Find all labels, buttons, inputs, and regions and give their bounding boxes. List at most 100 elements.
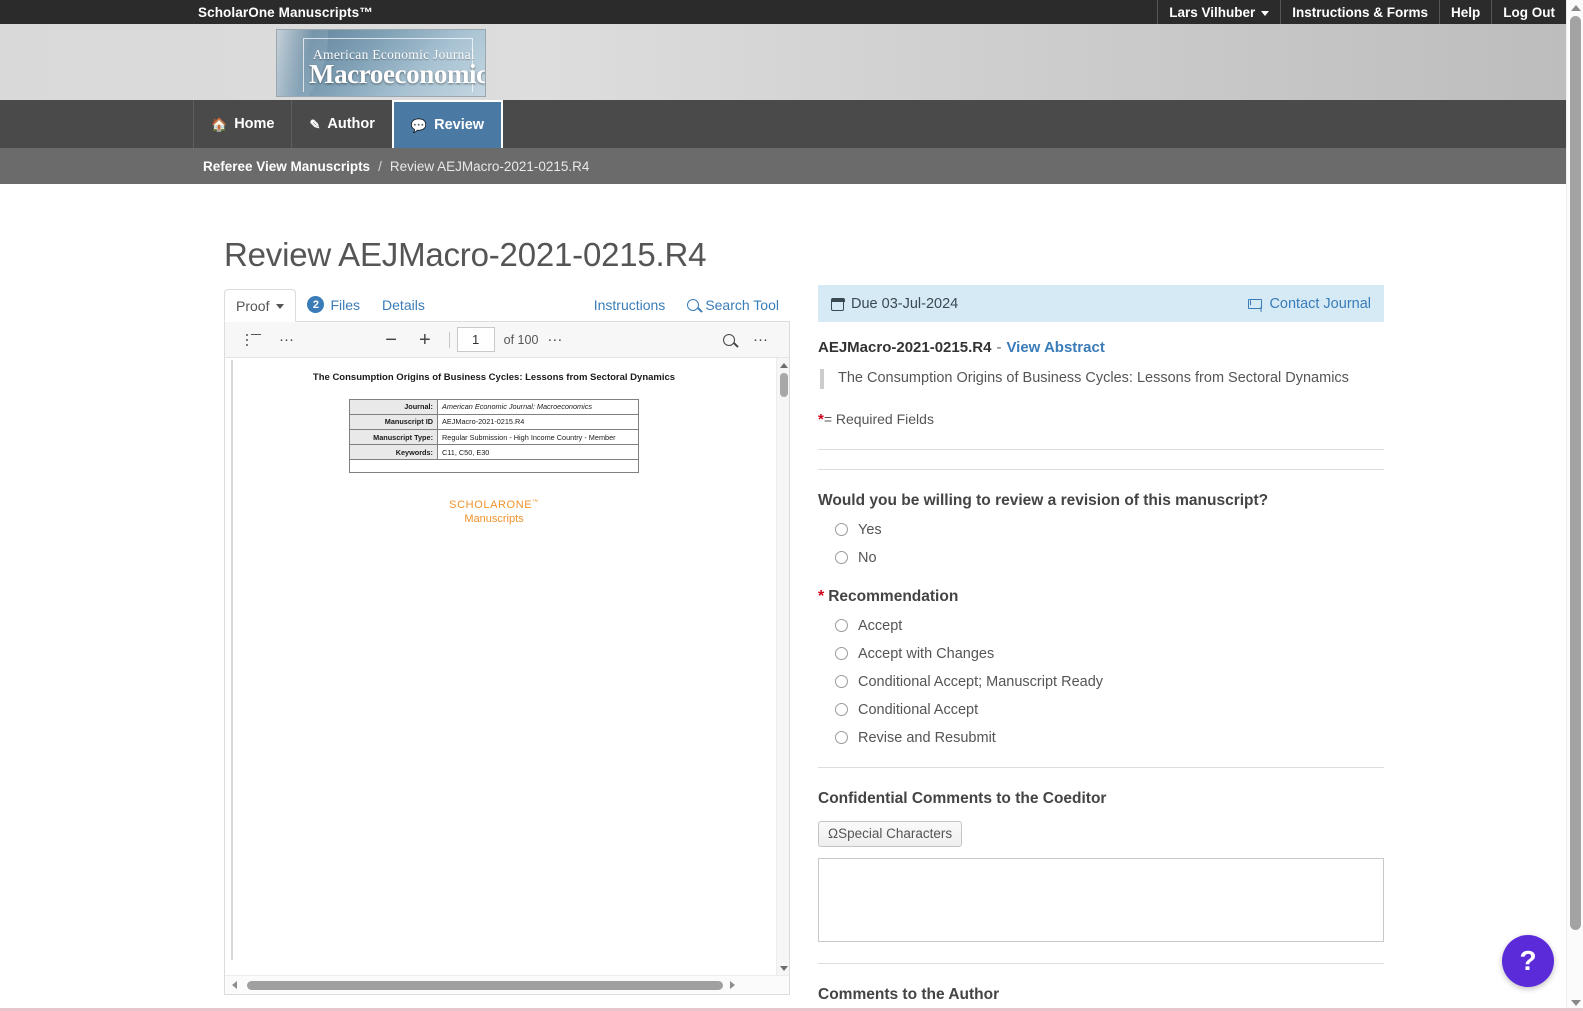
pdf-search-button[interactable] — [714, 333, 744, 346]
journal-logo-line2: Macroeconomics — [309, 59, 486, 89]
main-navigation: 🏠 Home ✎ Author 💬 Review — [0, 100, 1566, 148]
nav-item-author[interactable]: ✎ Author — [291, 100, 391, 148]
toolbar-more-right-icon[interactable]: ··· — [744, 332, 777, 347]
contact-journal-label: Contact Journal — [1269, 295, 1371, 312]
radio-button-icon — [835, 703, 848, 717]
pdf-page-stage[interactable]: The Consumption Origins of Business Cycl… — [225, 358, 776, 975]
tab-search-tool[interactable]: Search Tool — [676, 288, 790, 321]
special-characters-button[interactable]: ΩSpecial Characters — [818, 820, 963, 847]
radio-revision-no-label: No — [858, 549, 877, 566]
pdf-row-key: Journal: — [349, 398, 438, 415]
manuscript-dash: - — [996, 339, 1002, 356]
user-menu[interactable]: Lars Vilhuber — [1157, 0, 1280, 24]
radio-revision-no[interactable]: No — [835, 550, 1384, 566]
tab-search-tool-label: Search Tool — [705, 296, 779, 313]
outline-list-icon[interactable] — [237, 333, 270, 346]
pdf-row-blank — [349, 459, 639, 474]
vertical-scroll-thumb[interactable] — [779, 373, 788, 397]
table-row-blank — [349, 459, 639, 474]
app-page: ScholarOne Manuscripts™ Lars Vilhuber In… — [0, 0, 1583, 1011]
radio-button-icon — [835, 551, 848, 565]
zoom-in-button[interactable]: + — [408, 330, 442, 350]
scroll-right-arrow-icon[interactable] — [723, 981, 742, 989]
pdf-row-value: Regular Submission - High Income Country… — [437, 429, 639, 446]
scroll-down-arrow-icon[interactable] — [777, 961, 789, 975]
pdf-vertical-scrollbar[interactable] — [776, 358, 789, 975]
comments-to-author-label: Comments to the Author — [818, 985, 1000, 1003]
recommendation-label-text: Recommendation — [828, 587, 959, 605]
recommendation-label: * Recommendation — [818, 588, 1384, 606]
radio-recommendation-accept[interactable]: Accept — [835, 618, 1384, 634]
confidential-comments-textarea[interactable] — [818, 857, 1384, 942]
proof-tab-strip: Proof 2 Files Details Instructions Searc… — [224, 289, 790, 322]
envelope-icon — [1248, 298, 1263, 309]
radio-recommendation-cond-accept[interactable]: Conditional Accept — [835, 702, 1384, 718]
radio-recommendation-accept-changes-label: Accept with Changes — [858, 645, 995, 662]
radio-revision-yes[interactable]: Yes — [835, 522, 1384, 538]
page-vertical-scrollbar[interactable] — [1566, 0, 1583, 1011]
page-number-input[interactable] — [456, 327, 495, 352]
pencil-icon: ✎ — [309, 116, 321, 132]
nav-item-review[interactable]: 💬 Review — [391, 100, 504, 148]
contact-journal-link[interactable]: Contact Journal — [1248, 296, 1371, 312]
nav-item-author-label: Author — [327, 116, 375, 132]
required-fields-text: = Required Fields — [823, 410, 934, 427]
page-scroll-thumb[interactable] — [1570, 16, 1581, 930]
tab-details[interactable]: Details — [371, 288, 436, 321]
pdf-scholarone-logo: SCHOLARONE™ Manuscripts — [233, 499, 755, 527]
manuscript-id: AEJMacro-2021-0215.R4 — [818, 339, 992, 356]
page-total-label: of 100 — [503, 332, 539, 347]
logout-link[interactable]: Log Out — [1491, 0, 1566, 24]
nav-item-home-label: Home — [234, 116, 275, 132]
calendar-icon — [830, 298, 845, 311]
instructions-forms-link[interactable]: Instructions & Forms — [1280, 0, 1439, 24]
review-form-panel: Due 03-Jul-2024 Contact Journal AEJMacro… — [818, 285, 1384, 1004]
pdf-logo-bottom: Manuscripts — [464, 513, 524, 525]
due-date-label: Due 03-Jul-2024 — [851, 295, 959, 312]
tab-files[interactable]: 2 Files — [296, 288, 371, 321]
pdf-horizontal-scrollbar[interactable] — [225, 975, 789, 994]
pdf-row-value: C11, C50, E30 — [437, 444, 639, 461]
trademark-icon: ™ — [532, 499, 539, 506]
toolbar-more-left-icon[interactable]: ··· — [270, 332, 303, 347]
radio-recommendation-cond-accept-ready[interactable]: Conditional Accept; Manuscript Ready — [835, 674, 1384, 690]
view-abstract-link[interactable]: View Abstract — [1006, 339, 1104, 356]
pdf-toolbar: ··· − + of 100 ··· ··· — [225, 322, 789, 358]
chevron-down-icon — [276, 304, 285, 309]
pdf-row-key: Manuscript Type: — [349, 429, 438, 446]
help-floating-button[interactable]: ? — [1502, 935, 1554, 987]
radio-recommendation-accept-changes[interactable]: Accept with Changes — [835, 646, 1384, 662]
radio-recommendation-accept-label: Accept — [858, 617, 903, 634]
scroll-up-arrow-icon[interactable] — [777, 358, 789, 372]
horizontal-scroll-thumb[interactable] — [247, 980, 723, 990]
pdf-viewer: ··· − + of 100 ··· ··· — [224, 322, 790, 995]
radio-recommendation-cond-accept-label: Conditional Accept — [858, 701, 979, 718]
breadcrumb-current: Review AEJMacro-2021-0215.R4 — [389, 158, 590, 174]
pdf-row-key: Keywords: — [349, 444, 438, 461]
scroll-left-arrow-icon[interactable] — [225, 981, 244, 989]
page-title: Review AEJMacro-2021-0215.R4 — [224, 236, 707, 273]
section-divider — [818, 448, 1384, 450]
radio-button-icon — [835, 731, 848, 745]
tab-instructions[interactable]: Instructions — [583, 288, 677, 321]
tab-proof[interactable]: Proof — [224, 289, 297, 322]
top-utility-links: Lars Vilhuber Instructions & Forms Help … — [1157, 0, 1566, 24]
radio-recommendation-revise-resubmit[interactable]: Revise and Resubmit — [835, 730, 1384, 746]
breadcrumb: Referee View Manuscripts / Review AEJMac… — [0, 148, 1566, 184]
nav-item-review-label: Review — [434, 117, 485, 133]
pdf-row-key: Manuscript ID — [349, 413, 438, 431]
breadcrumb-parent[interactable]: Referee View Manuscripts — [203, 159, 370, 174]
help-link[interactable]: Help — [1439, 0, 1491, 24]
pdf-manuscript-title: The Consumption Origins of Business Cycl… — [312, 372, 676, 383]
table-row: Journal: American Economic Journal: Macr… — [349, 398, 639, 415]
pdf-rendered-page: The Consumption Origins of Business Cycl… — [231, 360, 755, 960]
manuscript-title: The Consumption Origins of Business Cycl… — [820, 369, 1384, 389]
nav-item-home[interactable]: 🏠 Home — [193, 100, 291, 148]
pdf-row-value: American Economic Journal: Macroeconomic… — [437, 398, 639, 415]
section-divider — [818, 766, 1384, 768]
toolbar-more-center-icon[interactable]: ··· — [538, 332, 571, 347]
journal-logo: American Economic Journal Macroeconomics — [276, 29, 486, 97]
page-scroll-up-arrow-icon[interactable] — [1567, 2, 1583, 14]
zoom-out-button[interactable]: − — [374, 330, 408, 350]
table-row: Manuscript Type: Regular Submission - Hi… — [349, 429, 639, 446]
